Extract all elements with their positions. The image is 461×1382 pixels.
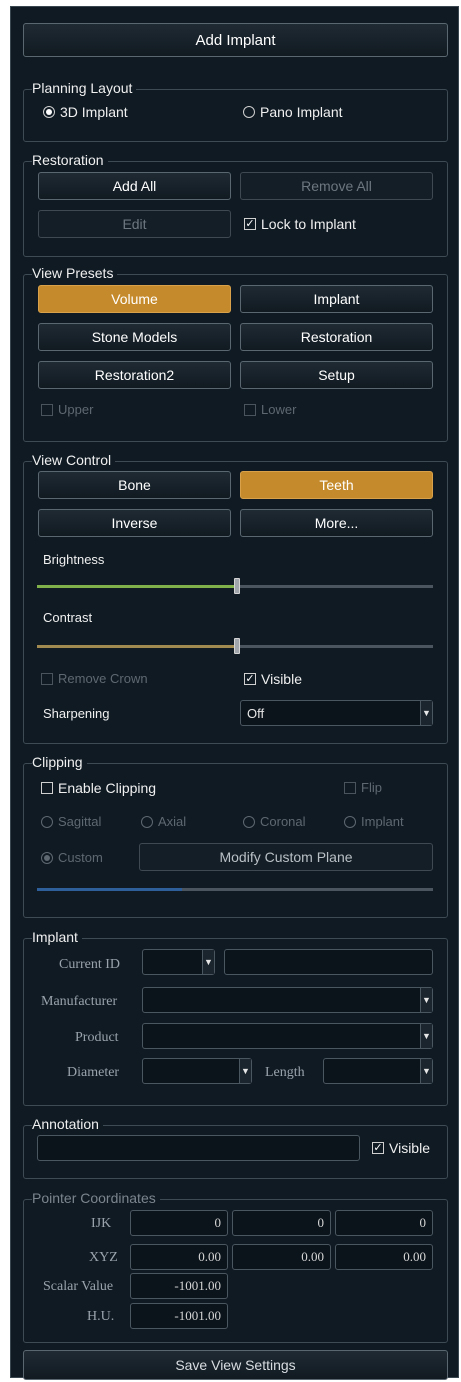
coronal-label[interactable]: Coronal bbox=[260, 814, 306, 829]
preset-volume-button[interactable]: Volume bbox=[38, 285, 231, 313]
chevron-down-icon[interactable]: ▼ bbox=[420, 988, 432, 1012]
implant-title: Implant bbox=[32, 929, 82, 945]
remove-crown-checkbox[interactable] bbox=[41, 673, 53, 685]
ijk-j-field: 0 bbox=[232, 1210, 331, 1236]
radio-coronal[interactable] bbox=[243, 816, 255, 828]
contrast-slider-handle[interactable] bbox=[234, 638, 240, 654]
current-id-label: Current ID bbox=[59, 957, 121, 972]
hu-label: H.U. bbox=[87, 1309, 115, 1324]
radio-3d-implant[interactable] bbox=[43, 106, 55, 118]
clip-track-empty[interactable] bbox=[182, 888, 433, 891]
annotation-text-field[interactable] bbox=[37, 1135, 360, 1161]
lock-to-implant-label[interactable]: Lock to Implant bbox=[261, 216, 356, 232]
diameter-dropdown[interactable]: ▼ bbox=[142, 1058, 252, 1084]
scalar-value-field: -1001.00 bbox=[130, 1273, 228, 1299]
enable-clipping-checkbox[interactable] bbox=[41, 782, 53, 794]
radio-axial[interactable] bbox=[141, 816, 153, 828]
brightness-slider-handle[interactable] bbox=[234, 578, 240, 594]
length-dropdown[interactable]: ▼ bbox=[323, 1058, 433, 1084]
planning-layout-title: Planning Layout bbox=[32, 80, 137, 96]
modify-custom-plane-button[interactable]: Modify Custom Plane bbox=[139, 843, 433, 871]
xyz-z-field: 0.00 bbox=[335, 1244, 433, 1270]
length-label: Length bbox=[265, 1065, 305, 1080]
product-dropdown[interactable]: ▼ bbox=[142, 1023, 433, 1049]
remove-crown-label[interactable]: Remove Crown bbox=[58, 671, 148, 686]
restoration-title: Restoration bbox=[32, 152, 108, 168]
annotation-visible-label[interactable]: Visible bbox=[389, 1140, 430, 1156]
upper-label[interactable]: Upper bbox=[58, 402, 93, 417]
upper-checkbox[interactable] bbox=[41, 404, 53, 416]
brightness-label: Brightness bbox=[43, 552, 105, 567]
flip-label[interactable]: Flip bbox=[361, 780, 382, 795]
preset-implant-button[interactable]: Implant bbox=[240, 285, 433, 313]
label-pano-implant[interactable]: Pano Implant bbox=[260, 104, 343, 120]
preset-setup-button[interactable]: Setup bbox=[240, 361, 433, 389]
visible-label[interactable]: Visible bbox=[261, 671, 302, 687]
custom-label[interactable]: Custom bbox=[58, 850, 103, 865]
save-view-settings-button[interactable]: Save View Settings bbox=[23, 1350, 448, 1380]
current-id-name-field[interactable] bbox=[224, 949, 433, 975]
inverse-button[interactable]: Inverse bbox=[38, 509, 231, 537]
add-all-button[interactable]: Add All bbox=[38, 172, 231, 200]
brightness-track-filled[interactable] bbox=[37, 585, 237, 588]
label-3d-implant[interactable]: 3D Implant bbox=[60, 104, 128, 120]
implant-planning-panel: Add Implant Planning Layout 3D Implant P… bbox=[10, 6, 459, 1380]
xyz-y-field: 0.00 bbox=[232, 1244, 331, 1270]
lock-to-implant-checkbox[interactable]: ✓ bbox=[244, 218, 256, 230]
preset-restoration2-button[interactable]: Restoration2 bbox=[38, 361, 231, 389]
flip-checkbox[interactable] bbox=[344, 782, 356, 794]
view-presets-title: View Presets bbox=[32, 265, 118, 281]
lower-label[interactable]: Lower bbox=[261, 402, 296, 417]
add-implant-button[interactable]: Add Implant bbox=[23, 23, 448, 57]
radio-custom[interactable] bbox=[41, 852, 53, 864]
view-control-title: View Control bbox=[32, 452, 116, 468]
sharpening-dropdown[interactable]: Off ▼ bbox=[240, 700, 433, 726]
current-id-dropdown[interactable]: ▼ bbox=[142, 949, 215, 975]
brightness-track-empty[interactable] bbox=[237, 585, 433, 588]
radio-pano-implant[interactable] bbox=[243, 106, 255, 118]
teeth-button[interactable]: Teeth bbox=[240, 471, 433, 499]
preset-stone-models-button[interactable]: Stone Models bbox=[38, 323, 231, 351]
enable-clipping-label[interactable]: Enable Clipping bbox=[58, 780, 156, 796]
implant-radio-label[interactable]: Implant bbox=[361, 814, 404, 829]
contrast-label: Contrast bbox=[43, 610, 93, 625]
manufacturer-label: Manufacturer bbox=[41, 994, 118, 1009]
contrast-track-empty[interactable] bbox=[237, 645, 433, 648]
radio-sagittal[interactable] bbox=[41, 816, 53, 828]
sagittal-label[interactable]: Sagittal bbox=[58, 814, 101, 829]
visible-checkbox[interactable]: ✓ bbox=[244, 673, 256, 685]
chevron-down-icon[interactable]: ▼ bbox=[420, 1059, 432, 1083]
manufacturer-dropdown[interactable]: ▼ bbox=[142, 987, 433, 1013]
ijk-label: IJK bbox=[91, 1216, 112, 1231]
diameter-label: Diameter bbox=[67, 1065, 120, 1080]
sharpening-label: Sharpening bbox=[43, 706, 110, 721]
xyz-label: XYZ bbox=[89, 1250, 118, 1265]
annotation-visible-checkbox[interactable]: ✓ bbox=[372, 1142, 384, 1154]
scalar-value-label: Scalar Value bbox=[43, 1279, 114, 1294]
ijk-i-field: 0 bbox=[130, 1210, 228, 1236]
chevron-down-icon[interactable]: ▼ bbox=[420, 1024, 432, 1048]
hu-field: -1001.00 bbox=[130, 1303, 228, 1329]
chevron-down-icon[interactable]: ▼ bbox=[239, 1059, 251, 1083]
pointer-coordinates-title: Pointer Coordinates bbox=[32, 1190, 160, 1206]
clip-track-filled[interactable] bbox=[37, 888, 182, 891]
radio-implant[interactable] bbox=[344, 816, 356, 828]
annotation-title: Annotation bbox=[32, 1116, 103, 1132]
more-button[interactable]: More... bbox=[240, 509, 433, 537]
remove-all-button[interactable]: Remove All bbox=[240, 172, 433, 200]
clipping-title: Clipping bbox=[32, 754, 87, 770]
sharpening-value: Off bbox=[247, 706, 265, 721]
contrast-track-filled[interactable] bbox=[37, 645, 237, 648]
chevron-down-icon[interactable]: ▼ bbox=[202, 950, 214, 974]
axial-label[interactable]: Axial bbox=[158, 814, 186, 829]
lower-checkbox[interactable] bbox=[244, 404, 256, 416]
ijk-k-field: 0 bbox=[335, 1210, 433, 1236]
bone-button[interactable]: Bone bbox=[38, 471, 231, 499]
edit-button[interactable]: Edit bbox=[38, 210, 231, 238]
chevron-down-icon[interactable]: ▼ bbox=[420, 701, 432, 725]
xyz-x-field: 0.00 bbox=[130, 1244, 228, 1270]
preset-restoration-button[interactable]: Restoration bbox=[240, 323, 433, 351]
product-label: Product bbox=[75, 1030, 119, 1045]
